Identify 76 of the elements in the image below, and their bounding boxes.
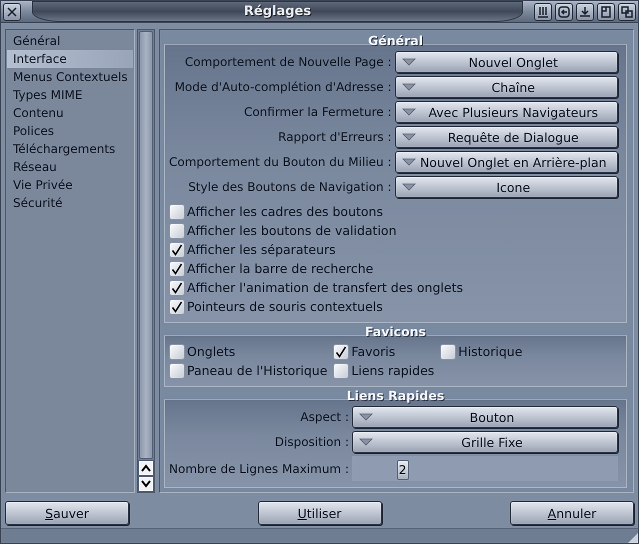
checkbox-label: Afficher les boutons de validation: [187, 223, 396, 238]
sidebar-item[interactable]: Vie Privée: [7, 176, 133, 194]
slider-knob[interactable]: 2: [396, 460, 409, 480]
dropdown-icon: [402, 158, 416, 166]
checkbox[interactable]: [333, 362, 350, 379]
sidebar-item[interactable]: Sécurité: [7, 194, 133, 212]
field-label: Comportement du Bouton du Milieu :: [169, 155, 392, 170]
sidebar-item[interactable]: Téléchargements: [7, 140, 133, 158]
checkbox[interactable]: [440, 344, 456, 360]
group-title: Favicons: [364, 325, 427, 338]
window-title: Réglages: [244, 4, 312, 20]
dropdown-icon: [402, 83, 416, 92]
checkbox-label: Pointeurs de souris contextuels: [187, 299, 383, 314]
action-button[interactable]: Annuler: [510, 501, 634, 526]
resize-grip-icon[interactable]: [628, 533, 638, 543]
cycle-button[interactable]: Bouton: [352, 406, 618, 428]
action-button[interactable]: Sauver: [5, 501, 129, 526]
checkbox-label: Afficher les cadres des boutons: [187, 204, 383, 220]
scroll-down-icon[interactable]: [138, 476, 154, 492]
checkbox-label: Afficher l'animation de transfert des onglets: [187, 280, 463, 296]
checkbox-label: Favoris: [351, 344, 396, 360]
dropdown-icon: [358, 413, 373, 422]
dropdown-icon: [402, 58, 416, 66]
field-label: Nombre de Lignes Maximum :: [169, 462, 349, 476]
field-label: Mode d'Auto-complétion d'Adresse :: [174, 80, 392, 94]
cycle-button[interactable]: Nouvel Onglet: [394, 51, 618, 74]
arrow-left-icon[interactable]: [555, 2, 573, 21]
checkbox-label: Onglets: [187, 344, 236, 360]
group-title: Général: [367, 34, 424, 48]
cycle-button[interactable]: Chaîne: [394, 76, 618, 98]
checkbox[interactable]: [169, 222, 185, 239]
square-icon[interactable]: [597, 2, 615, 21]
close-icon[interactable]: [3, 2, 21, 21]
checkbox[interactable]: [169, 298, 185, 315]
cycle-button[interactable]: Nouvel Onglet en Arrière-plan: [394, 151, 618, 174]
dropdown-icon: [402, 133, 416, 142]
checkbox[interactable]: [169, 242, 185, 258]
sidebar-item[interactable]: Interface: [7, 50, 133, 68]
depth-icon[interactable]: [618, 2, 636, 21]
cycle-button[interactable]: Avec Plusieurs Navigateurs: [394, 101, 618, 124]
checkbox-label: Afficher la barre de recherche: [187, 261, 374, 276]
checkbox-label: Historique: [458, 344, 522, 360]
field-label: Aspect :: [299, 410, 349, 424]
dropdown-icon: [402, 183, 416, 192]
checkbox[interactable]: [169, 362, 185, 379]
field-label: Style des Boutons de Navigation :: [187, 180, 392, 194]
checkbox[interactable]: [169, 280, 185, 296]
scrollbar[interactable]: [137, 29, 155, 494]
sidebar-item[interactable]: Général: [7, 32, 133, 50]
sidebar-item[interactable]: Contenu: [7, 104, 133, 122]
checkbox[interactable]: [333, 344, 350, 360]
lines-icon[interactable]: [534, 2, 552, 21]
slider[interactable]: 2: [352, 456, 618, 482]
field-label: Comportement de Nouvelle Page :: [184, 55, 392, 70]
checkbox[interactable]: [169, 344, 185, 360]
checkbox-label: Liens rapides: [351, 363, 434, 378]
sidebar-item[interactable]: Types MIME: [7, 86, 133, 104]
scroll-up-icon[interactable]: [138, 460, 154, 476]
dropdown-icon: [358, 438, 373, 446]
field-label: Confirmer la Fermeture :: [242, 105, 392, 120]
cycle-button[interactable]: Requête de Dialogue: [394, 126, 618, 148]
sidebar-item[interactable]: Réseau: [7, 158, 133, 176]
checkbox-label: Afficher les séparateurs: [187, 242, 336, 258]
field-label: Disposition :: [274, 435, 349, 450]
download-icon[interactable]: [576, 2, 594, 21]
sidebar-item[interactable]: Polices: [7, 122, 133, 140]
checkbox[interactable]: [169, 260, 185, 277]
sidebar-item[interactable]: Menus Contextuels: [7, 68, 133, 86]
cycle-button[interactable]: Icone: [394, 176, 618, 198]
dropdown-icon: [402, 108, 416, 116]
checkbox[interactable]: [169, 204, 185, 220]
field-label: Rapport d'Erreurs :: [277, 130, 392, 144]
checkbox-label: Paneau de l'Historique: [187, 363, 328, 378]
action-button[interactable]: Utiliser: [258, 501, 382, 526]
group-title: Liens Rapides: [346, 389, 446, 402]
cycle-button[interactable]: Grille Fixe: [352, 431, 618, 454]
